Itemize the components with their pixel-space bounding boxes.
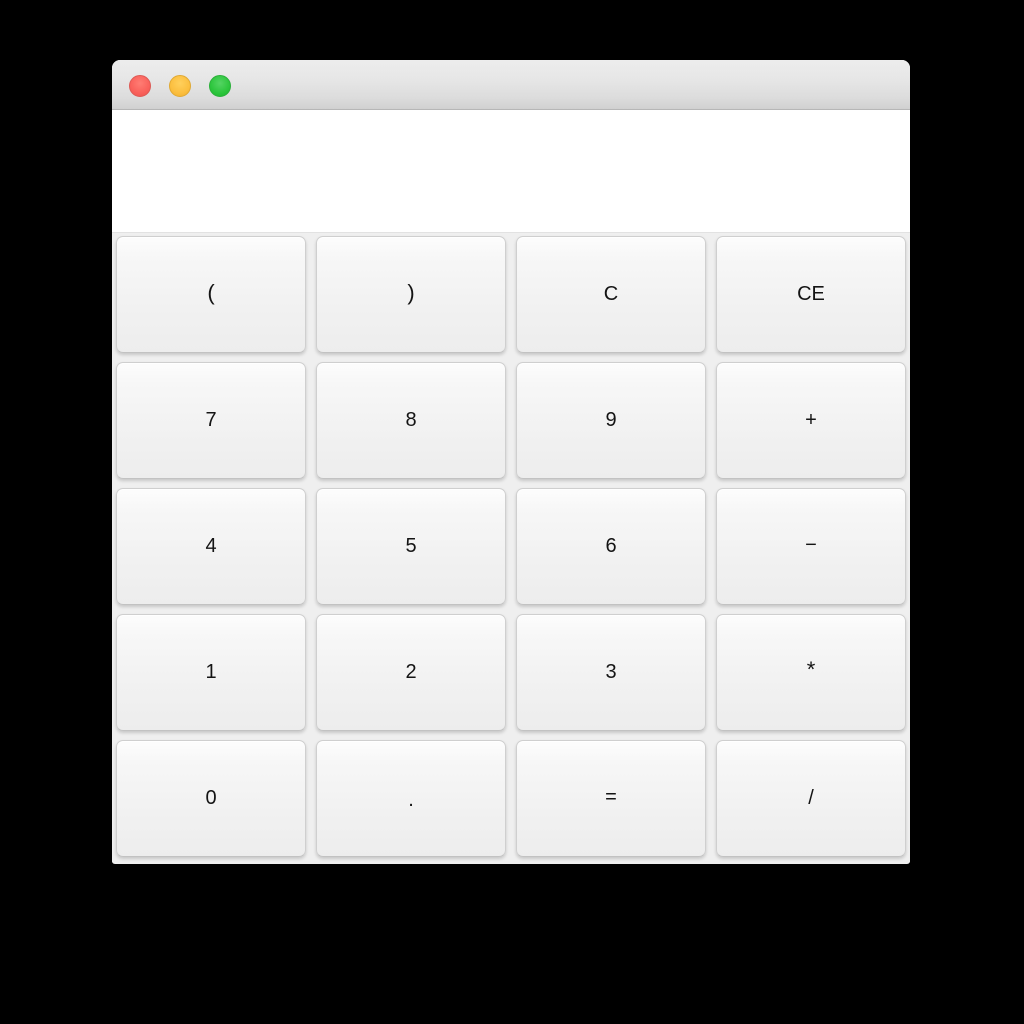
window-titlebar[interactable] bbox=[112, 60, 910, 110]
key-decimal[interactable]: . bbox=[316, 740, 506, 857]
key-plus[interactable]: + bbox=[716, 362, 906, 479]
key-label: 3 bbox=[605, 660, 617, 683]
key-close-paren[interactable]: ) bbox=[316, 236, 506, 353]
key-label: = bbox=[605, 785, 617, 808]
key-label: 0 bbox=[205, 786, 217, 809]
key-clear-entry[interactable]: CE bbox=[716, 236, 906, 353]
key-label: 9 bbox=[605, 408, 617, 431]
key-label: C bbox=[603, 282, 619, 305]
key-minus[interactable]: − bbox=[716, 488, 906, 605]
key-label: . bbox=[408, 788, 414, 811]
key-label: 6 bbox=[605, 534, 617, 557]
key-3[interactable]: 3 bbox=[516, 614, 706, 731]
key-label: 4 bbox=[205, 534, 217, 557]
calculator-window: () C CE 7 8 9 +4 5 6 − 1 2 3 * 0. = / bbox=[112, 60, 910, 864]
key-label: − bbox=[805, 533, 817, 556]
key-open-paren[interactable]: ( bbox=[116, 236, 306, 353]
key-label: ) bbox=[407, 279, 415, 305]
key-0[interactable]: 0 bbox=[116, 740, 306, 857]
calculator-keypad: () C CE 7 8 9 +4 5 6 − 1 2 3 * 0. = / bbox=[112, 233, 910, 863]
maximize-button-icon[interactable] bbox=[209, 75, 231, 97]
key-equals[interactable]: = bbox=[516, 740, 706, 857]
key-2[interactable]: 2 bbox=[316, 614, 506, 731]
key-label: + bbox=[805, 408, 817, 431]
key-7[interactable]: 7 bbox=[116, 362, 306, 479]
key-9[interactable]: 9 bbox=[516, 362, 706, 479]
key-label: 2 bbox=[405, 660, 417, 683]
key-label: 8 bbox=[405, 408, 417, 431]
close-button-icon[interactable] bbox=[129, 75, 151, 97]
key-label: / bbox=[808, 786, 814, 809]
key-8[interactable]: 8 bbox=[316, 362, 506, 479]
key-multiply[interactable]: * bbox=[716, 614, 906, 731]
key-1[interactable]: 1 bbox=[116, 614, 306, 731]
key-label: 7 bbox=[205, 408, 217, 431]
desktop-background: () C CE 7 8 9 +4 5 6 − 1 2 3 * 0. = / bbox=[0, 0, 1024, 1024]
key-label: CE bbox=[797, 282, 825, 305]
key-label: 1 bbox=[205, 660, 217, 683]
key-6[interactable]: 6 bbox=[516, 488, 706, 605]
window-controls bbox=[129, 75, 231, 97]
minimize-button-icon[interactable] bbox=[169, 75, 191, 97]
key-4[interactable]: 4 bbox=[116, 488, 306, 605]
key-divide[interactable]: / bbox=[716, 740, 906, 857]
key-label: ( bbox=[207, 279, 215, 305]
key-5[interactable]: 5 bbox=[316, 488, 506, 605]
calculator-display[interactable] bbox=[112, 110, 910, 233]
key-clear[interactable]: C bbox=[516, 236, 706, 353]
key-label: * bbox=[806, 656, 816, 682]
key-label: 5 bbox=[405, 534, 417, 557]
